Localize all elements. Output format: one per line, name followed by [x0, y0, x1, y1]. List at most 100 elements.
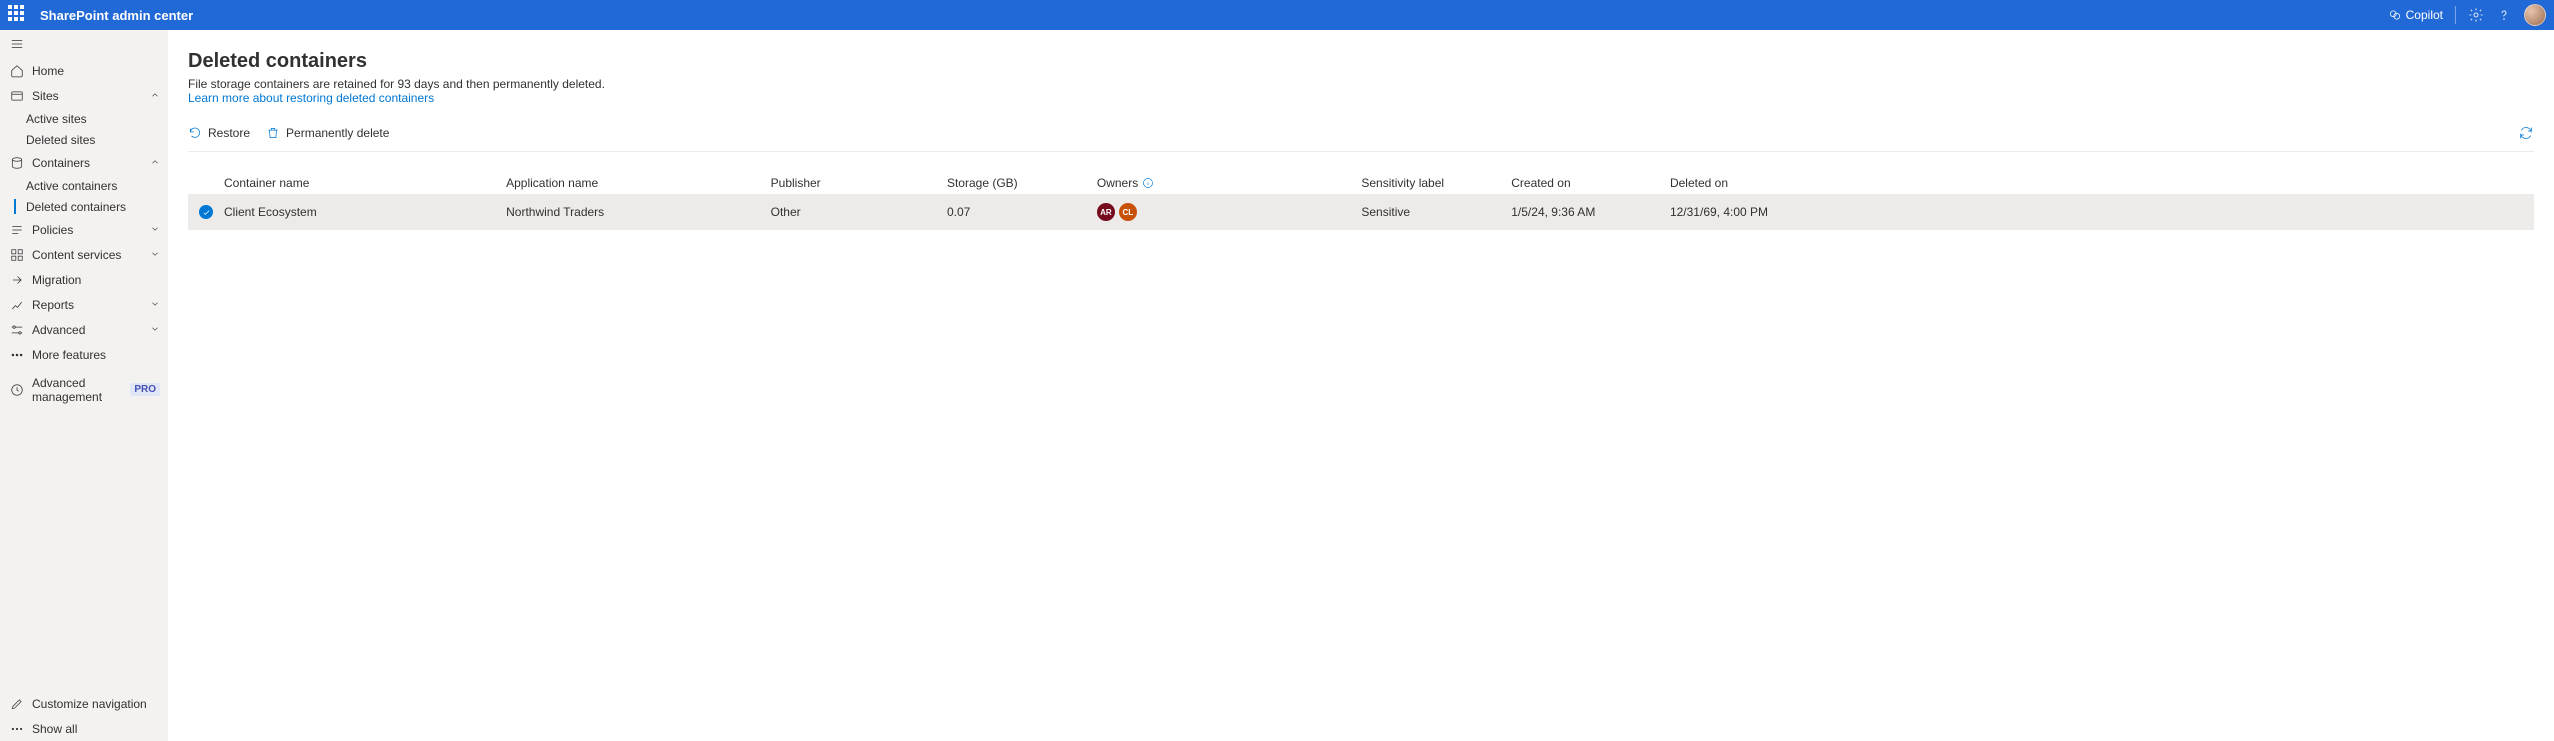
more-icon [10, 348, 24, 362]
collapse-nav-button[interactable] [0, 30, 168, 58]
table-header: Container name Application name Publishe… [188, 172, 2534, 194]
sidebar-item-label: Deleted sites [26, 133, 95, 147]
table-row[interactable]: Client Ecosystem Northwind Traders Other… [188, 194, 2534, 230]
chevron-up-icon [150, 156, 160, 170]
home-icon [10, 64, 24, 78]
sidebar-item-policies[interactable]: Policies [0, 217, 168, 242]
owner-avatar[interactable]: CL [1119, 203, 1137, 221]
col-deleted[interactable]: Deleted on [1670, 176, 2534, 190]
sidebar-item-label: Containers [32, 156, 90, 170]
containers-table: Container name Application name Publishe… [188, 172, 2534, 230]
page-title: Deleted containers [188, 50, 2534, 73]
sidebar-item-label: Show all [32, 722, 77, 736]
settings-button[interactable] [2468, 7, 2484, 23]
col-created[interactable]: Created on [1511, 176, 1670, 190]
sidebar-item-label: Migration [32, 273, 81, 287]
user-avatar[interactable] [2524, 4, 2546, 26]
separator [2455, 6, 2456, 24]
sidebar-item-content-services[interactable]: Content services [0, 242, 168, 267]
chevron-down-icon [150, 223, 160, 237]
col-owners[interactable]: Owners [1097, 176, 1362, 190]
copilot-icon [2388, 8, 2402, 22]
sidebar-item-active-sites[interactable]: Active sites [0, 108, 168, 129]
col-storage[interactable]: Storage (GB) [947, 176, 1097, 190]
sidebar-item-label: More features [32, 348, 106, 362]
globe-icon [10, 89, 24, 103]
cell-sensitivity: Sensitive [1361, 205, 1511, 219]
permanently-delete-button[interactable]: Permanently delete [266, 123, 389, 143]
advanced-icon [10, 323, 24, 337]
container-icon [10, 156, 24, 170]
suite-bar: SharePoint admin center Copilot [0, 0, 2554, 30]
command-bar: Restore Permanently delete [188, 123, 2534, 152]
edit-icon [10, 697, 24, 711]
sidebar-item-home[interactable]: Home [0, 58, 168, 83]
sidebar-item-deleted-containers[interactable]: Deleted containers [0, 196, 168, 217]
sidebar-item-label: Home [32, 64, 64, 78]
button-label: Permanently delete [286, 126, 389, 140]
sidebar-item-label: Policies [32, 223, 73, 237]
learn-more-link[interactable]: Learn more about restoring deleted conta… [188, 91, 434, 105]
button-label: Restore [208, 126, 250, 140]
migration-icon [10, 273, 24, 287]
sidebar: Home Sites Active sites Deleted sites Co… [0, 30, 168, 741]
sidebar-item-deleted-sites[interactable]: Deleted sites [0, 129, 168, 150]
sidebar-item-advanced[interactable]: Advanced [0, 317, 168, 342]
sidebar-item-reports[interactable]: Reports [0, 292, 168, 317]
cell-owners: AR CL [1097, 203, 1362, 221]
sidebar-item-label: Customize navigation [32, 697, 147, 711]
page-description: File storage containers are retained for… [188, 77, 2534, 91]
sidebar-item-label: Active sites [26, 112, 87, 126]
pro-badge: PRO [130, 383, 160, 396]
sidebar-item-advanced-management[interactable]: Advanced management PRO [0, 377, 168, 402]
suite-title: SharePoint admin center [40, 8, 193, 23]
sidebar-item-label: Sites [32, 89, 59, 103]
copilot-label: Copilot [2406, 8, 2443, 22]
sidebar-item-label: Active containers [26, 179, 117, 193]
hamburger-icon [10, 37, 24, 51]
sidebar-item-show-all[interactable]: Show all [0, 716, 168, 741]
delete-icon [266, 126, 280, 140]
chevron-up-icon [150, 89, 160, 103]
sidebar-item-containers[interactable]: Containers [0, 150, 168, 175]
chevron-down-icon [150, 248, 160, 262]
cell-storage: 0.07 [947, 205, 1097, 219]
reports-icon [10, 298, 24, 312]
app-launcher-icon[interactable] [8, 5, 28, 25]
sidebar-item-active-containers[interactable]: Active containers [0, 175, 168, 196]
row-checkbox[interactable] [188, 205, 224, 219]
cell-publisher: Other [771, 205, 947, 219]
chevron-down-icon [150, 323, 160, 337]
sidebar-item-label: Content services [32, 248, 121, 262]
policies-icon [10, 223, 24, 237]
cell-created: 1/5/24, 9:36 AM [1511, 205, 1670, 219]
help-icon [2496, 7, 2512, 23]
checkmark-icon [199, 205, 213, 219]
ellipsis-icon [10, 722, 24, 736]
info-icon[interactable] [1142, 177, 1154, 189]
sidebar-item-sites[interactable]: Sites [0, 83, 168, 108]
advanced-management-icon [10, 383, 24, 397]
sidebar-item-label: Deleted containers [26, 200, 126, 214]
refresh-button[interactable] [2518, 125, 2534, 141]
copilot-button[interactable]: Copilot [2388, 8, 2443, 22]
cell-deleted: 12/31/69, 4:00 PM [1670, 205, 2534, 219]
sidebar-item-label: Advanced management [32, 376, 124, 404]
main-content: Deleted containers File storage containe… [168, 30, 2554, 741]
sidebar-item-migration[interactable]: Migration [0, 267, 168, 292]
col-publisher[interactable]: Publisher [771, 176, 947, 190]
help-button[interactable] [2496, 7, 2512, 23]
sidebar-item-label: Advanced [32, 323, 85, 337]
cell-container-name: Client Ecosystem [224, 205, 506, 219]
sidebar-item-more-features[interactable]: More features [0, 342, 168, 367]
col-application-name[interactable]: Application name [506, 176, 771, 190]
chevron-down-icon [150, 298, 160, 312]
restore-button[interactable]: Restore [188, 123, 250, 143]
col-container-name[interactable]: Container name [224, 176, 506, 190]
sidebar-item-customize-navigation[interactable]: Customize navigation [0, 691, 168, 716]
col-sensitivity[interactable]: Sensitivity label [1361, 176, 1511, 190]
sidebar-item-label: Reports [32, 298, 74, 312]
cell-application-name: Northwind Traders [506, 205, 771, 219]
owner-avatar[interactable]: AR [1097, 203, 1115, 221]
restore-icon [188, 126, 202, 140]
